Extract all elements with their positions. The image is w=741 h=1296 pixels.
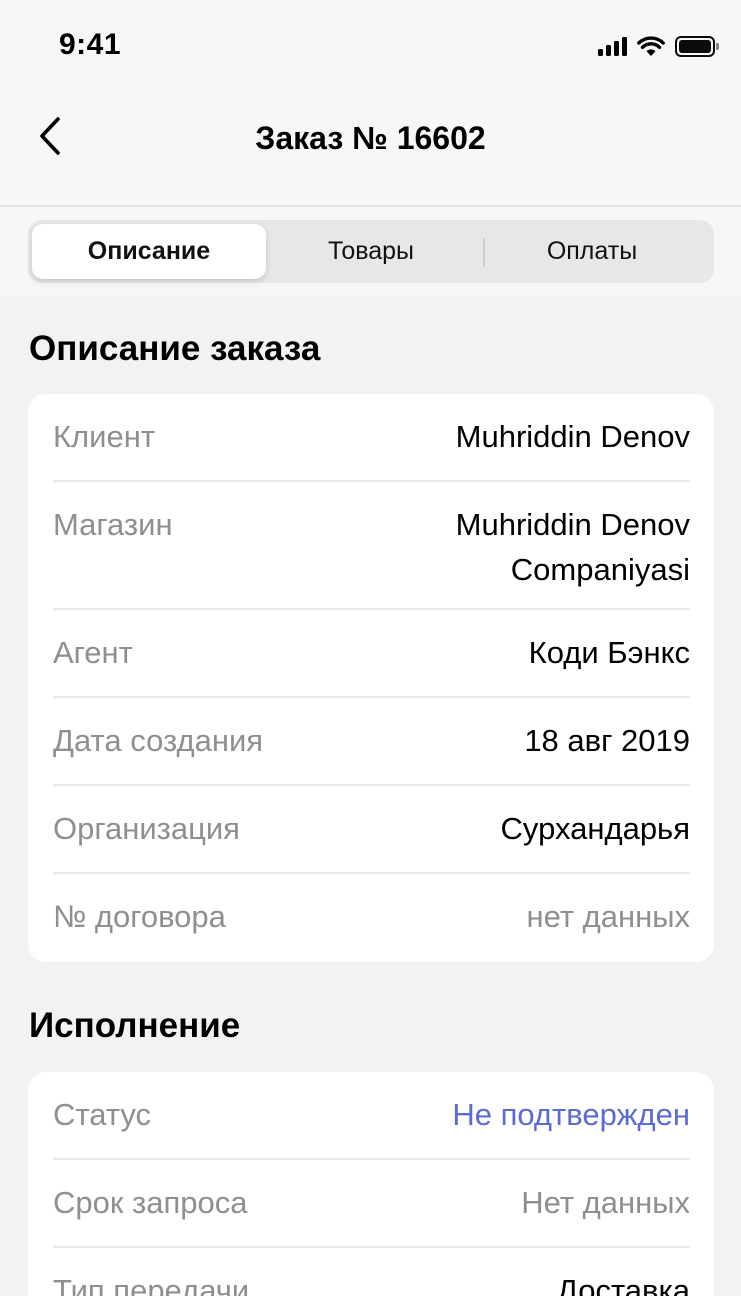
navigation-bar: Заказ № 16602 — [0, 92, 741, 207]
row-label: № договора — [53, 899, 226, 934]
info-row-agent: Агент Коди Бэнкс — [53, 610, 690, 698]
section-title-execution: Исполнение — [29, 1006, 241, 1045]
row-label: Клиент — [53, 419, 156, 454]
row-label: Тип передачи — [53, 1273, 250, 1296]
status-bar: 9:41 — [0, 0, 741, 92]
row-label: Организация — [53, 811, 240, 846]
info-row-contract-number: № договора нет данных — [53, 874, 690, 962]
page-title: Заказ № 16602 — [255, 120, 486, 156]
info-row-request-deadline: Срок запроса Нет данных — [53, 1160, 690, 1248]
row-label: Статус — [53, 1097, 151, 1132]
tab-products[interactable]: Товары — [266, 224, 476, 279]
row-value: нет данных — [526, 899, 691, 934]
status-icons — [598, 34, 719, 58]
tab-description[interactable]: Описание — [32, 224, 266, 279]
row-value: Muhriddin Denov Companiyasi — [455, 507, 690, 587]
tabs-container: Описание Товары Оплаты — [0, 207, 741, 297]
row-label: Дата создания — [53, 723, 264, 758]
row-label: Агент — [53, 635, 133, 670]
status-time: 9:41 — [59, 28, 122, 61]
status-value[interactable]: Не подтвержден — [452, 1092, 690, 1137]
info-row-client: Клиент Muhriddin Denov — [53, 394, 690, 482]
info-row-store: Магазин Muhriddin Denov Companiyasi — [53, 482, 690, 610]
battery-icon — [675, 35, 719, 57]
tab-payments[interactable]: Оплаты — [490, 224, 694, 279]
info-row-status: Статус Не подтвержден — [53, 1072, 690, 1160]
info-row-created-date: Дата создания 18 авг 2019 — [53, 698, 690, 786]
info-row-organization: Организация Сурхандарья — [53, 786, 690, 874]
row-value: Коди Бэнкс — [528, 635, 690, 670]
order-details-screen: 9:41 Заказ № 16602 Описание Товары Оплат… — [0, 0, 741, 1296]
order-description-card: Клиент Muhriddin Denov Магазин Muhriddin… — [28, 394, 714, 962]
info-row-transfer-type: Тип передачи Доставка — [53, 1248, 690, 1296]
segmented-control: Описание Товары Оплаты — [28, 220, 714, 283]
cellular-signal-icon — [598, 36, 627, 56]
segment-divider — [483, 238, 485, 267]
row-value: 18 авг 2019 — [524, 723, 690, 758]
row-value: Нет данных — [521, 1185, 690, 1220]
row-label: Срок запроса — [53, 1185, 248, 1220]
wifi-icon — [637, 36, 665, 56]
execution-card: Статус Не подтвержден Срок запроса Нет д… — [28, 1072, 714, 1296]
row-value: Muhriddin Denov — [455, 419, 690, 454]
row-value: Доставка — [556, 1273, 690, 1296]
row-label: Магазин — [53, 507, 173, 542]
row-value: Сурхандарья — [500, 811, 690, 846]
section-title-order-description: Описание заказа — [29, 329, 321, 368]
